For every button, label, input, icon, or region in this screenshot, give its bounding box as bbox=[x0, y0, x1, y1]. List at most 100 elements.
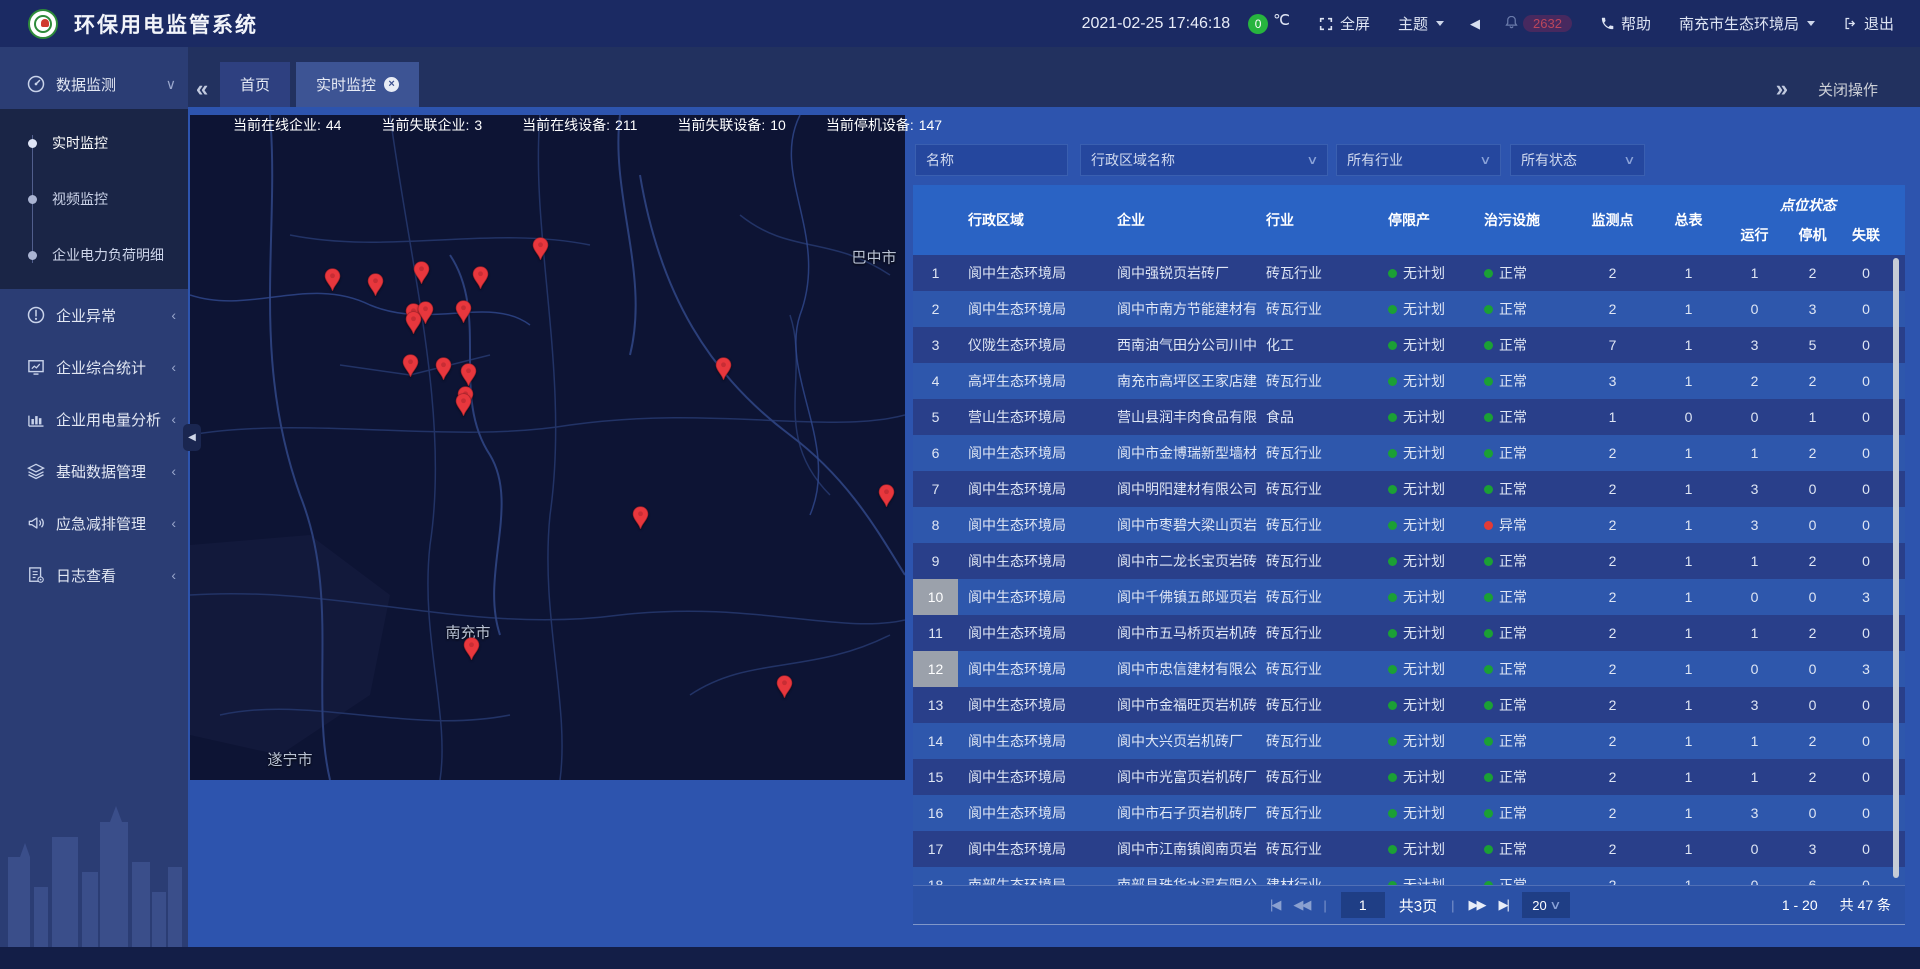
tab-close-icon[interactable]: × bbox=[384, 77, 399, 92]
sidebar-subitem-video-monitor[interactable]: 视频监控 bbox=[0, 171, 188, 227]
cell-lost: 0 bbox=[1838, 255, 1894, 291]
map-pin[interactable] bbox=[632, 506, 649, 530]
chevron-down-icon bbox=[1807, 21, 1815, 26]
row-number: 1 bbox=[913, 255, 958, 291]
status-filter-select[interactable]: 所有状态 ∨ bbox=[1510, 144, 1645, 176]
sidebar-item-log-view[interactable]: 日志查看 ‹ bbox=[0, 549, 188, 601]
region-filter-select[interactable]: 行政区域名称 ∨ bbox=[1080, 144, 1328, 176]
table-row[interactable]: 10 阆中生态环境局 阆中千佛镇五郎垭页岩 砖瓦行业 无计划 正常 2 1 0 … bbox=[913, 579, 1905, 615]
map-pin[interactable] bbox=[435, 357, 452, 381]
cell-stop-production: 无计划 bbox=[1382, 543, 1478, 579]
close-operations-button[interactable]: 关闭操作 bbox=[1818, 79, 1878, 100]
chevron-icon: ∨ bbox=[166, 76, 176, 93]
cell-stop-production: 无计划 bbox=[1382, 723, 1478, 759]
status-dot bbox=[1388, 665, 1397, 674]
cell-company: 营山县润丰肉食品有限 bbox=[1110, 399, 1258, 435]
map-pin[interactable] bbox=[463, 637, 480, 661]
tab-realtime-monitor[interactable]: 实时监控 × bbox=[296, 62, 419, 107]
mute-speaker-icon[interactable]: ◀ bbox=[1470, 16, 1480, 32]
table-row[interactable]: 5 营山生态环境局 营山县润丰肉食品有限 食品 无计划 正常 1 0 0 1 0 bbox=[913, 399, 1905, 435]
map-pin[interactable] bbox=[413, 261, 430, 285]
name-filter-input[interactable] bbox=[926, 152, 1057, 168]
map-pin[interactable] bbox=[402, 354, 419, 378]
theme-dropdown[interactable]: 主题 bbox=[1398, 13, 1444, 34]
cell-region: 阆中生态环境局 bbox=[958, 255, 1110, 291]
map-pin[interactable] bbox=[776, 675, 793, 699]
sidebar-item-emergency-reduction[interactable]: 应急减排管理 ‹ bbox=[0, 497, 188, 549]
cell-total-meter: 1 bbox=[1655, 435, 1722, 471]
help-button[interactable]: 帮助 bbox=[1600, 13, 1651, 34]
table-row[interactable]: 15 阆中生态环境局 阆中市光富页岩机砖厂 砖瓦行业 无计划 正常 2 1 1 … bbox=[913, 759, 1905, 795]
last-page-icon[interactable]: ▶| bbox=[1499, 897, 1508, 913]
cell-monitor-points: 2 bbox=[1570, 651, 1655, 687]
first-page-icon[interactable]: |◀ bbox=[1270, 897, 1279, 913]
row-number: 18 bbox=[913, 867, 958, 885]
map-panel[interactable]: 巴中市南充市遂宁市 bbox=[190, 115, 905, 780]
sidebar-item-enterprise-stats[interactable]: 企业综合统计 ‹ bbox=[0, 341, 188, 393]
logout-button[interactable]: 退出 bbox=[1843, 13, 1894, 34]
cell-region: 阆中生态环境局 bbox=[958, 831, 1110, 867]
table-row[interactable]: 3 仪陇生态环境局 西南油气田分公司川中 化工 无计划 正常 7 1 3 5 0 bbox=[913, 327, 1905, 363]
sidebar-subitem-power-load-detail[interactable]: 企业电力负荷明细 bbox=[0, 227, 188, 283]
table-row[interactable]: 7 阆中生态环境局 阆中明阳建材有限公司 砖瓦行业 无计划 正常 2 1 3 0… bbox=[913, 471, 1905, 507]
cell-industry: 砖瓦行业 bbox=[1258, 651, 1382, 687]
sidebar-item-enterprise-abnormal[interactable]: 企业异常 ‹ bbox=[0, 289, 188, 341]
cell-running: 0 bbox=[1722, 399, 1787, 435]
sidebar-item-data-monitoring[interactable]: 数据监测 ∨ bbox=[0, 59, 188, 109]
panel-collapse-button[interactable]: ◀ bbox=[183, 424, 201, 451]
row-number: 6 bbox=[913, 435, 958, 471]
table-row[interactable]: 8 阆中生态环境局 阆中市枣碧大梁山页岩 砖瓦行业 无计划 异常 2 1 3 0… bbox=[913, 507, 1905, 543]
gauge-icon bbox=[26, 74, 46, 94]
notification-area[interactable]: 2632 bbox=[1504, 14, 1572, 34]
industry-filter-select[interactable]: 所有行业 ∨ bbox=[1336, 144, 1501, 176]
cell-region: 阆中生态环境局 bbox=[958, 579, 1110, 615]
map-pin[interactable] bbox=[715, 357, 732, 381]
cell-stop-production: 无计划 bbox=[1382, 867, 1478, 885]
page-number-input[interactable] bbox=[1341, 892, 1385, 918]
table-row[interactable]: 17 阆中生态环境局 阆中市江南镇阆南页岩 砖瓦行业 无计划 正常 2 1 0 … bbox=[913, 831, 1905, 867]
next-page-icon[interactable]: ▶▶ bbox=[1469, 897, 1485, 913]
tabs-scroll-left-icon[interactable]: « bbox=[196, 76, 208, 102]
app-header: 环保用电监管系统 2021-02-25 17:46:18 0 ℃ 全屏 主题 ◀… bbox=[0, 0, 1920, 47]
sidebar-item-power-analysis[interactable]: 企业用电量分析 ‹ bbox=[0, 393, 188, 445]
cell-lost: 3 bbox=[1838, 579, 1894, 615]
table-row[interactable]: 9 阆中生态环境局 阆中市二龙长宝页岩砖 砖瓦行业 无计划 正常 2 1 1 2… bbox=[913, 543, 1905, 579]
temperature-badge: 0 bbox=[1248, 14, 1268, 34]
cell-industry: 砖瓦行业 bbox=[1258, 363, 1382, 399]
map-pin[interactable] bbox=[405, 311, 422, 335]
map-pin[interactable] bbox=[460, 363, 477, 387]
table-row[interactable]: 13 阆中生态环境局 阆中市金福旺页岩机砖 砖瓦行业 无计划 正常 2 1 3 … bbox=[913, 687, 1905, 723]
table-row[interactable]: 11 阆中生态环境局 阆中市五马桥页岩机砖 砖瓦行业 无计划 正常 2 1 1 … bbox=[913, 615, 1905, 651]
fullscreen-button[interactable]: 全屏 bbox=[1318, 13, 1370, 34]
org-dropdown[interactable]: 南充市生态环境局 bbox=[1679, 13, 1815, 34]
table-scrollbar[interactable] bbox=[1893, 258, 1899, 878]
table-row[interactable]: 4 高坪生态环境局 南充市高坪区王家店建 砖瓦行业 无计划 正常 3 1 2 2… bbox=[913, 363, 1905, 399]
cell-running: 0 bbox=[1722, 579, 1787, 615]
table-row[interactable]: 16 阆中生态环境局 阆中市石子页岩机砖厂 砖瓦行业 无计划 正常 2 1 3 … bbox=[913, 795, 1905, 831]
table-row[interactable]: 12 阆中生态环境局 阆中市忠信建材有限公 砖瓦行业 无计划 正常 2 1 0 … bbox=[913, 651, 1905, 687]
map-pin[interactable] bbox=[455, 393, 472, 417]
map-pin[interactable] bbox=[455, 300, 472, 324]
table-row[interactable]: 6 阆中生态环境局 阆中市金博瑞新型墙材 砖瓦行业 无计划 正常 2 1 1 2… bbox=[913, 435, 1905, 471]
map-pin[interactable] bbox=[878, 484, 895, 508]
sidebar-subitem-realtime-monitor[interactable]: 实时监控 bbox=[0, 115, 188, 171]
status-dot bbox=[1388, 269, 1397, 278]
sidebar-item-base-data[interactable]: 基础数据管理 ‹ bbox=[0, 445, 188, 497]
prev-page-icon[interactable]: ◀◀ bbox=[1293, 897, 1309, 913]
cell-pollution-facility: 正常 bbox=[1478, 651, 1570, 687]
table-row[interactable]: 18 南部生态环境局 南部县珠华水泥有限公 建材行业 无计划 正常 2 1 0 … bbox=[913, 867, 1905, 885]
map-pin[interactable] bbox=[324, 268, 341, 292]
tabs-scroll-right-icon[interactable]: » bbox=[1776, 76, 1788, 102]
table-row[interactable]: 1 阆中生态环境局 阆中强锐页岩砖厂 砖瓦行业 无计划 正常 2 1 1 2 0 bbox=[913, 255, 1905, 291]
cell-region: 阆中生态环境局 bbox=[958, 435, 1110, 471]
cell-monitor-points: 3 bbox=[1570, 363, 1655, 399]
cell-stopped: 3 bbox=[1787, 831, 1838, 867]
page-size-select[interactable]: 20 ∨ bbox=[1522, 892, 1570, 918]
cell-running: 3 bbox=[1722, 471, 1787, 507]
tab-home[interactable]: 首页 bbox=[220, 62, 290, 107]
table-row[interactable]: 14 阆中生态环境局 阆中大兴页岩机砖厂 砖瓦行业 无计划 正常 2 1 1 2… bbox=[913, 723, 1905, 759]
map-pin[interactable] bbox=[367, 273, 384, 297]
map-pin[interactable] bbox=[532, 237, 549, 261]
table-row[interactable]: 2 阆中生态环境局 阆中市南方节能建材有 砖瓦行业 无计划 正常 2 1 0 3… bbox=[913, 291, 1905, 327]
map-pin[interactable] bbox=[472, 266, 489, 290]
